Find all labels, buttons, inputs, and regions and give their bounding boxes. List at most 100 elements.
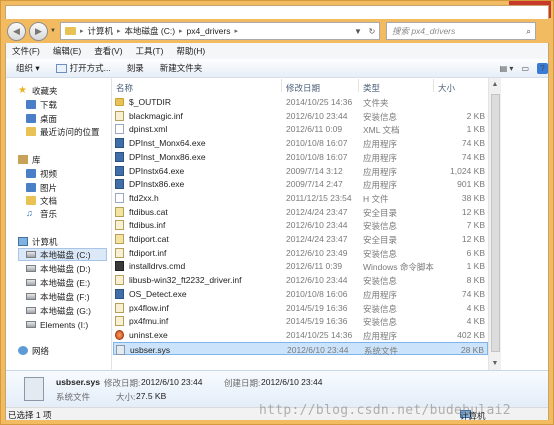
forward-button[interactable]: ▶ — [29, 21, 48, 41]
scroll-down-icon[interactable]: ▼ — [489, 357, 501, 370]
menu-help[interactable]: 帮助(H) — [176, 45, 205, 57]
nav-drive-d-label: 本地磁盘 (D:) — [40, 263, 91, 274]
file-row[interactable]: px4fmu.inf 2014/5/19 16:36 安装信息 4 KB — [113, 314, 488, 328]
file-row[interactable]: installdrvs.cmd 2012/6/11 0:39 Windows 命令脚… — [113, 259, 488, 273]
menu-tools[interactable]: 工具(T) — [136, 45, 164, 57]
organize-button[interactable]: 组织 ▾ — [16, 62, 40, 74]
file-name: ftdibus.inf — [129, 220, 166, 231]
column-divider[interactable] — [358, 79, 359, 92]
nav-drive-e[interactable]: 本地磁盘 (E:) — [26, 276, 90, 289]
file-size: 4 KB — [466, 316, 485, 327]
nav-elements[interactable]: Elements (I:) — [26, 318, 88, 331]
nav-documents[interactable]: 文档 — [26, 194, 57, 207]
file-size: 1,024 KB — [450, 165, 485, 176]
file-type: 安全目录 — [363, 235, 398, 245]
nav-drive-d[interactable]: 本地磁盘 (D:) — [26, 262, 91, 275]
change-view-icon[interactable]: ▤ ▾ — [500, 64, 514, 73]
nav-network[interactable]: 网络 — [18, 344, 49, 357]
scroll-up-icon[interactable]: ▲ — [489, 78, 501, 91]
file-row[interactable]: ftdibus.inf 2012/6/10 23:44 安装信息 7 KB — [113, 218, 488, 232]
breadcrumb-drive-c[interactable]: 本地磁盘 (C:) — [125, 25, 176, 37]
application-icon — [115, 138, 124, 149]
file-row[interactable]: dpinst.xml 2012/6/11 0:09 XML 文档 1 KB — [113, 122, 488, 136]
refresh-icon[interactable]: ↻ — [365, 27, 379, 36]
file-type: H 文件 — [363, 193, 389, 204]
file-row[interactable]: px4flow.inf 2014/5/19 16:36 安装信息 4 KB — [113, 301, 488, 315]
file-row[interactable]: blackmagic.inf 2012/6/10 23:44 安装信息 2 KB — [113, 109, 488, 123]
nav-pictures[interactable]: 图片 — [26, 181, 57, 194]
nav-music-label: 音乐 — [40, 208, 58, 219]
search-input[interactable]: 搜索 px4_drivers ⌕ — [385, 22, 536, 40]
nav-network-label: 网络 — [32, 345, 50, 356]
pane-splitter[interactable] — [109, 78, 112, 370]
address-bar[interactable]: ▸ 计算机 ▸ 本地磁盘 (C:) ▸ px4_drivers ▸ ▼ ↻ — [59, 22, 380, 40]
file-row[interactable]: ftdiport.inf 2012/6/10 23:49 安装信息 6 KB — [113, 246, 488, 260]
vertical-scrollbar[interactable]: ▲ ▼ — [488, 78, 501, 370]
file-type: 安装信息 — [363, 317, 398, 328]
file-row[interactable]: ftdiport.cat 2012/4/24 23:47 安全目录 12 KB — [113, 232, 488, 246]
file-name: DPInstx86.exe — [129, 179, 185, 190]
address-dropdown-icon[interactable]: ▼ — [351, 27, 365, 36]
music-icon: ♫ — [26, 208, 33, 218]
nav-music[interactable]: ♫ 音乐 — [26, 207, 57, 220]
file-row[interactable]: usbser.sys 2012/6/10 23:44 系统文件 28 KB — [113, 341, 488, 356]
file-row[interactable]: libusb-win32_ft2232_driver.inf 2012/6/10 … — [113, 273, 488, 287]
drive-icon — [26, 265, 36, 272]
nav-downloads[interactable]: 下载 — [26, 98, 57, 111]
file-row[interactable]: OS_Detect.exe 2010/10/8 16:06 应用程序 74 KB — [113, 287, 488, 301]
column-size[interactable]: 大小 — [438, 82, 455, 94]
chevron-right-icon: ▸ — [179, 28, 183, 35]
file-row[interactable]: ftd2xx.h 2011/12/15 23:54 H 文件 38 KB — [113, 191, 488, 205]
search-icon[interactable]: ⌕ — [526, 26, 531, 37]
file-row[interactable]: DPInstx86.exe 2009/7/14 2:47 应用程序 901 KB — [113, 177, 488, 191]
security-catalog-icon — [115, 234, 124, 244]
burn-button[interactable]: 刻录 — [127, 62, 144, 74]
command-script-icon — [115, 261, 124, 272]
nav-drive-f[interactable]: 本地磁盘 (F:) — [26, 290, 90, 303]
file-type: Windows 命令脚本 — [363, 262, 434, 273]
file-type: 应用程序 — [363, 152, 398, 163]
column-divider[interactable] — [433, 79, 434, 92]
file-name: uninst.exe — [129, 329, 168, 340]
new-folder-button[interactable]: 新建文件夹 — [160, 62, 203, 74]
column-type[interactable]: 类型 — [363, 82, 380, 94]
chevron-right-icon: ▸ — [79, 28, 84, 35]
history-dropdown-icon[interactable]: ▼ — [50, 28, 56, 34]
file-type: 应用程序 — [363, 166, 398, 177]
file-row[interactable]: DPInstx64.exe 2009/7/14 3:12 应用程序 1,024 KB — [113, 164, 488, 178]
back-button[interactable]: ◀ — [7, 21, 26, 41]
file-row[interactable]: ftdibus.cat 2012/4/24 23:47 安全目录 12 KB — [113, 205, 488, 219]
nav-libraries[interactable]: 库 — [18, 153, 41, 166]
file-row[interactable]: uninst.exe 2014/10/25 14:36 应用程序 402 KB — [113, 328, 488, 342]
nav-videos[interactable]: 视频 — [26, 167, 57, 180]
column-date[interactable]: 修改日期 — [286, 82, 320, 94]
details-type: 系统文件 — [56, 392, 91, 402]
setup-info-icon — [115, 316, 124, 327]
help-icon[interactable]: ? — [537, 62, 548, 74]
nav-favorites[interactable]: ★ 收藏夹 — [18, 84, 58, 97]
file-row[interactable]: DPInst_Monx64.exe 2010/10/8 16:07 应用程序 74 K… — [113, 136, 488, 150]
file-size: 28 KB — [460, 344, 484, 355]
nav-favorites-label: 收藏夹 — [32, 85, 58, 96]
menu-file[interactable]: 文件(F) — [12, 45, 40, 57]
file-row[interactable]: $_OUTDIR 2014/10/25 14:36 文件夹 — [113, 95, 488, 109]
application-icon — [115, 151, 124, 162]
open-with-button[interactable]: 打开方式... — [55, 62, 111, 74]
nav-desktop[interactable]: 桌面 — [26, 112, 57, 125]
breadcrumb-px4-drivers[interactable]: px4_drivers — [187, 26, 231, 36]
file-date: 2014/5/19 16:36 — [286, 302, 348, 313]
application-icon — [115, 179, 124, 190]
column-name[interactable]: 名称 — [116, 82, 133, 94]
nav-drive-g[interactable]: 本地磁盘 (G:) — [26, 304, 91, 317]
scrollbar-thumb[interactable] — [491, 94, 500, 352]
column-divider[interactable] — [281, 79, 282, 92]
nav-recent-places[interactable]: 最近访问的位置 — [26, 125, 100, 138]
nav-computer[interactable]: 计算机 — [18, 235, 58, 248]
preview-pane-icon[interactable]: ▭ — [521, 64, 529, 73]
file-name: usbser.sys — [130, 344, 171, 355]
nav-drive-c[interactable]: 本地磁盘 (C:) — [18, 248, 107, 261]
breadcrumb-computer[interactable]: 计算机 — [87, 25, 113, 37]
menu-edit[interactable]: 编辑(E) — [53, 45, 81, 57]
file-row[interactable]: DPInst_Monx86.exe 2010/10/8 16:07 应用程序 74 K… — [113, 150, 488, 164]
menu-view[interactable]: 查看(V) — [94, 45, 122, 57]
